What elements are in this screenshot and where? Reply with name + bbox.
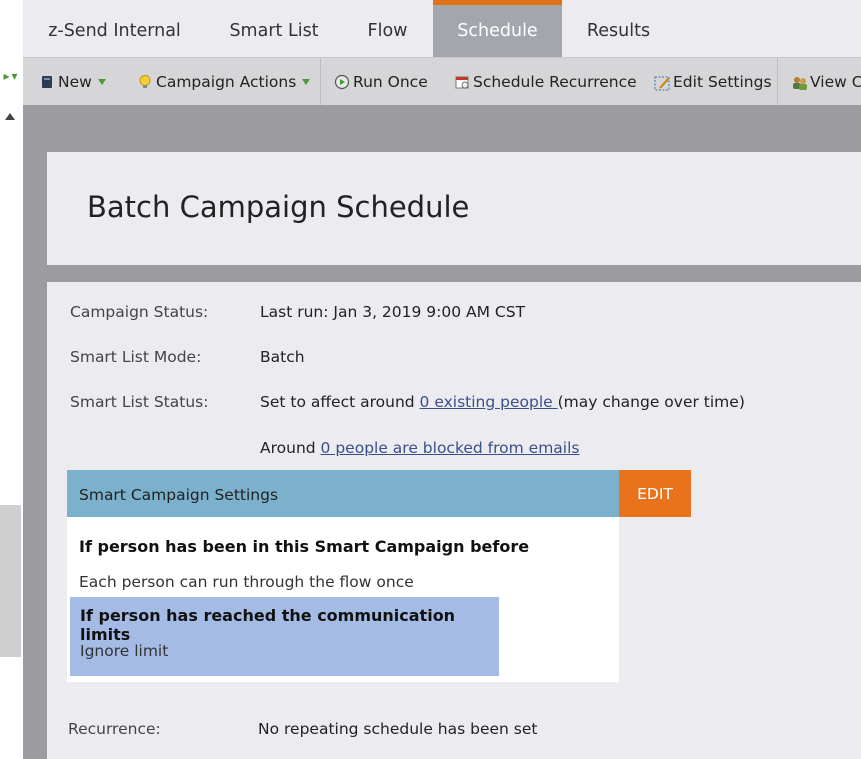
smart-list-status-value: Set to affect around 0 existing people (… xyxy=(260,393,745,411)
campaign-actions-button[interactable]: Campaign Actions xyxy=(137,71,311,93)
schedule-recurrence-label: Schedule Recurrence xyxy=(473,73,637,91)
recurrence-value: No repeating schedule has been set xyxy=(258,720,538,738)
tab-bar: z-Send Internal Smart List Flow Schedule… xyxy=(23,0,861,57)
page-title: Batch Campaign Schedule xyxy=(87,190,470,224)
tab-schedule[interactable]: Schedule xyxy=(433,0,562,57)
smart-list-mode-value: Batch xyxy=(260,348,305,366)
smart-list-status-prefix: Set to affect around xyxy=(260,393,420,411)
run-clock-icon xyxy=(334,74,350,90)
communication-limits-highlight: If person has reached the communication … xyxy=(70,597,499,676)
campaign-status-label: Campaign Status: xyxy=(70,303,209,321)
new-label: New xyxy=(58,73,92,91)
chevron-down-icon xyxy=(97,79,106,85)
edit-settings-label: Edit Settings xyxy=(673,73,772,91)
edit-pencil-icon xyxy=(654,74,670,91)
smart-list-mode-label: Smart List Mode: xyxy=(70,348,202,366)
tab-results[interactable]: Results xyxy=(562,0,675,57)
smart-campaign-settings-box: Smart Campaign Settings EDIT If person h… xyxy=(67,470,691,682)
campaign-actions-label: Campaign Actions xyxy=(156,73,297,91)
main-content: Batch Campaign Schedule Campaign Status:… xyxy=(23,105,861,759)
view-button[interactable]: View C xyxy=(791,71,861,93)
tab-flow[interactable]: Flow xyxy=(342,0,433,57)
tab-z-send-internal[interactable]: z-Send Internal xyxy=(23,0,206,57)
blocked-prefix: Around xyxy=(260,439,321,457)
campaign-status-value: Last run: Jan 3, 2019 9:00 AM CST xyxy=(260,303,526,321)
before-setting-title: If person has been in this Smart Campaig… xyxy=(79,537,530,556)
schedule-details-panel: Campaign Status: Last run: Jan 3, 2019 9… xyxy=(47,282,861,759)
scrollbar-thumb[interactable] xyxy=(0,505,21,657)
people-icon xyxy=(791,74,807,90)
edit-settings-button[interactable]: EDIT xyxy=(619,470,691,517)
page-header: Batch Campaign Schedule xyxy=(47,152,861,265)
scroll-up-arrow-icon[interactable] xyxy=(5,113,15,120)
calendar-icon xyxy=(454,74,470,90)
settings-header: Smart Campaign Settings xyxy=(67,470,619,517)
before-setting-value: Each person can run through the flow onc… xyxy=(79,573,414,591)
toolbar-divider xyxy=(320,58,321,106)
blocked-people-value: Around 0 people are blocked from emails xyxy=(260,439,580,457)
view-label: View C xyxy=(810,73,861,91)
limits-setting-value: Ignore limit xyxy=(80,642,169,660)
tab-smart-list[interactable]: Smart List xyxy=(206,0,342,57)
smart-list-status-suffix: (may change over time) xyxy=(557,393,745,411)
blocked-people-link[interactable]: 0 people are blocked from emails xyxy=(321,439,580,457)
lightbulb-icon xyxy=(137,74,153,90)
smart-list-status-label: Smart List Status: xyxy=(70,393,209,411)
new-document-icon xyxy=(39,74,55,90)
run-once-label: Run Once xyxy=(353,73,428,91)
toolbar-divider xyxy=(777,58,778,106)
left-panel-strip: ▸▾ xyxy=(0,0,23,759)
schedule-recurrence-button[interactable]: Schedule Recurrence xyxy=(454,71,637,93)
recurrence-label: Recurrence: xyxy=(68,720,161,738)
new-button[interactable]: New xyxy=(39,71,106,93)
existing-people-link[interactable]: 0 existing people xyxy=(420,393,558,411)
collapse-arrow-icon[interactable]: ▸▾ xyxy=(0,69,23,83)
toolbar: New Campaign Actions Run Once Schedule R… xyxy=(23,57,861,106)
limits-setting-title: If person has reached the communication … xyxy=(80,606,456,644)
chevron-down-icon xyxy=(302,79,311,85)
run-once-button[interactable]: Run Once xyxy=(334,71,428,93)
edit-settings-button[interactable]: Edit Settings xyxy=(654,71,772,93)
